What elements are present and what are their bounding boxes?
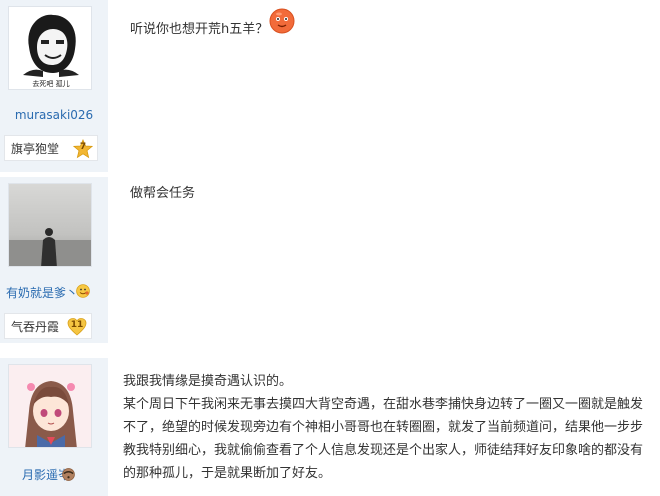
rank-badge[interactable]: 旗亭狍堂 7	[4, 135, 98, 161]
rank-badge[interactable]: 气吞丹霞 11	[4, 313, 92, 339]
username[interactable]: 有奶就是爹丶	[6, 284, 106, 301]
star-level-icon: 7	[72, 138, 94, 159]
avatar[interactable]: 去死吧 孤儿	[8, 6, 92, 90]
level-number: 7	[79, 142, 87, 152]
shy-emoji-icon	[62, 466, 75, 485]
rank-badge-label: 旗亭狍堂	[11, 141, 60, 156]
post-2: 有奶就是爹丶 气吞丹霞 11 做帮会任务	[0, 177, 660, 343]
username[interactable]: 月影遥岑	[0, 466, 100, 483]
post-line: 教我特别细心，我就偷偷查看了个人信息发现还是个出家人，师徒结拜好友印象啥的都没有	[123, 443, 644, 458]
avatar[interactable]	[8, 183, 92, 267]
post-content: 听说你也想开荒h五羊？	[130, 22, 269, 37]
post-paragraph: 我跟我情缘是摸奇遇认识的。	[123, 374, 293, 389]
post-content: 我跟我情缘是摸奇遇认识的。 某个周日下午我闲来无事去摸四大背空奇遇，在甜水巷李捕…	[123, 370, 658, 485]
orange-face-emoji-icon	[269, 8, 295, 38]
meme-face-avatar: 去死吧 孤儿	[9, 7, 91, 89]
grin-emoji-icon	[76, 283, 90, 302]
level-number: 11	[70, 320, 84, 330]
post-line: 的那种孤儿，于是就果断加了好友。	[123, 466, 332, 481]
username[interactable]: murasaki026	[0, 108, 108, 122]
post-content: 做帮会任务	[130, 186, 196, 201]
rank-badge-label: 气吞丹霞	[11, 319, 60, 334]
photo-avatar	[9, 184, 91, 266]
avatar[interactable]	[8, 364, 92, 448]
post-line: 不了，绝望的时候发现旁边有个神相小哥哥也在转圈圈，就发了当前频道问，结果他一步步	[123, 420, 644, 435]
heart-level-icon: 11	[67, 317, 87, 337]
post-line: 某个周日下午我闲来无事去摸四大背空奇遇，在甜水巷李捕快身边转了一圈又一圈就是触发	[123, 397, 644, 412]
post-3: 月影遥岑 我跟我情缘是摸奇遇认识的。 某个周日下午我闲来无事去摸四大背空奇遇，在…	[0, 358, 660, 496]
anime-girl-avatar	[9, 365, 91, 447]
avatar-caption: 去死吧 孤儿	[32, 79, 69, 88]
post-1: 去死吧 孤儿 murasaki026 旗亭狍堂 7 听说你也想开荒h五羊？	[0, 0, 660, 172]
